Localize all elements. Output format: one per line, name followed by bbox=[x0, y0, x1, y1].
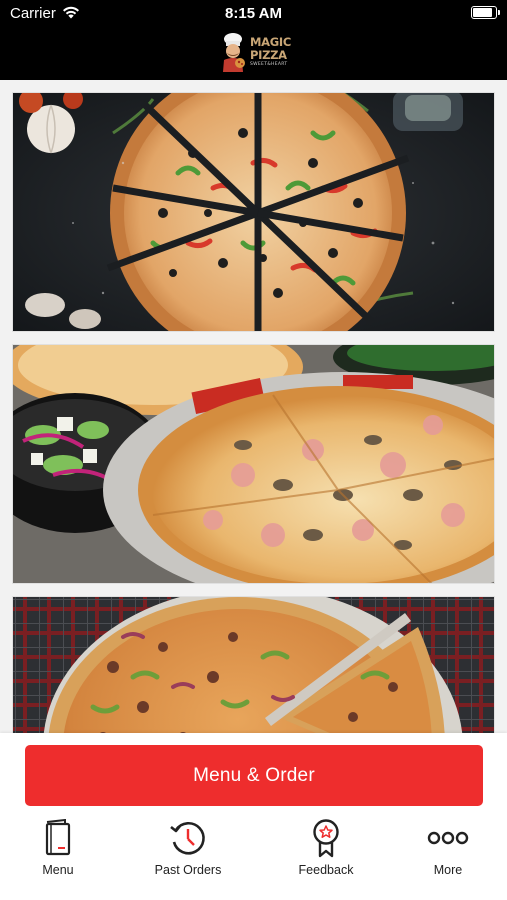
tab-past-orders[interactable]: Past Orders bbox=[128, 817, 248, 877]
tab-feedback[interactable]: Feedback bbox=[266, 817, 386, 877]
pizza-photo-2[interactable] bbox=[12, 344, 495, 584]
battery-icon bbox=[471, 6, 500, 19]
top-bar: Carrier 8:15 AM MAGIC PIZZA SWEET&HEART bbox=[0, 0, 507, 80]
pizza-photo-3-image bbox=[13, 597, 494, 733]
menu-book-icon bbox=[45, 819, 71, 856]
tab-past-orders-label: Past Orders bbox=[154, 863, 222, 877]
status-time: 8:15 AM bbox=[225, 5, 282, 22]
tab-more[interactable]: More bbox=[388, 817, 507, 877]
pizza-photo-3[interactable] bbox=[12, 596, 495, 733]
menu-order-button[interactable]: Menu & Order bbox=[25, 745, 483, 806]
pizza-photo-2-image bbox=[13, 345, 494, 583]
pizza-photo-1[interactable] bbox=[12, 92, 495, 332]
pizza-photo-1-image bbox=[13, 93, 494, 331]
bottom-panel: Menu & Order Menu Past Orders Feedback M… bbox=[0, 733, 507, 900]
promo-feed[interactable] bbox=[0, 80, 507, 733]
more-dots-icon bbox=[427, 831, 469, 845]
chef-mascot-icon bbox=[223, 33, 245, 72]
tab-feedback-label: Feedback bbox=[298, 863, 354, 877]
tab-menu[interactable]: Menu bbox=[0, 817, 118, 877]
tab-more-label: More bbox=[433, 863, 463, 877]
award-star-icon bbox=[313, 819, 339, 858]
history-clock-icon bbox=[170, 821, 205, 855]
brand-logo: MAGIC PIZZA SWEET&HEART bbox=[216, 30, 294, 74]
logo-wordmark: MAGIC PIZZA SWEET&HEART bbox=[250, 35, 292, 68]
tab-menu-label: Menu bbox=[42, 863, 74, 877]
